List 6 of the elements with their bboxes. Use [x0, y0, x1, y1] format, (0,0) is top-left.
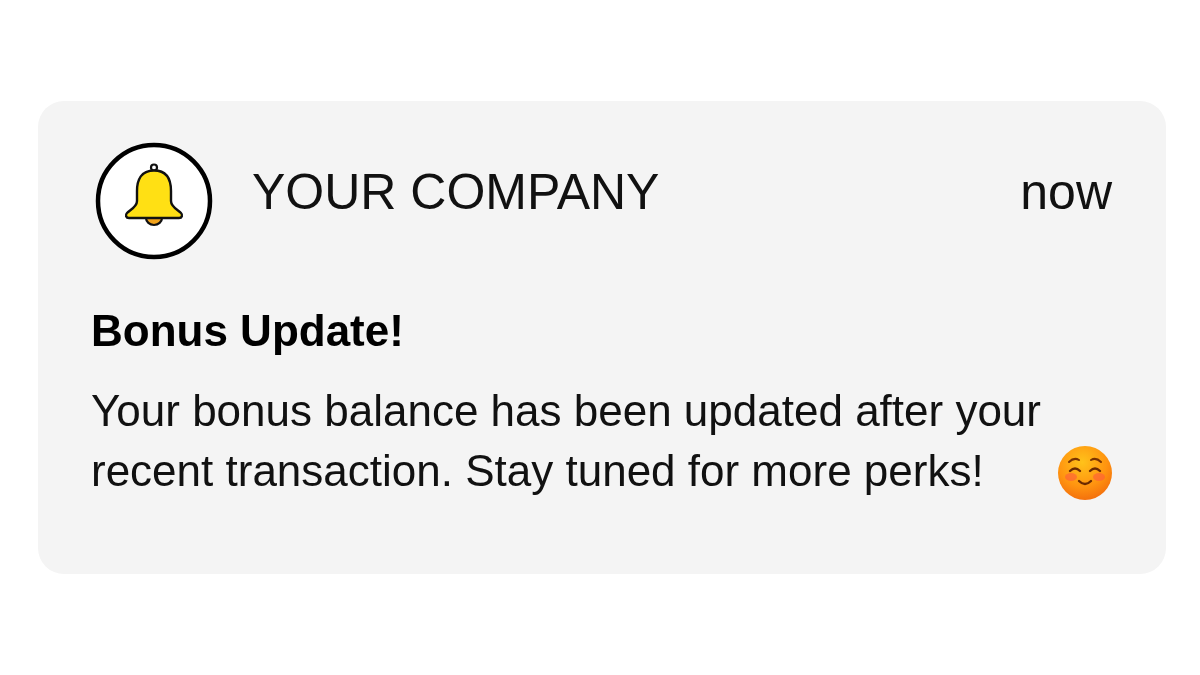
bell-icon: [94, 141, 214, 261]
message-text: Your bonus balance has been updated after your recent transaction. Stay tuned for more perks!: [91, 385, 1042, 497]
app-name: YOUR COMPANY: [252, 163, 660, 221]
smiling-face-icon: [1058, 446, 1112, 500]
notification-title: Bonus Update!: [91, 305, 404, 357]
timestamp: now: [1020, 163, 1112, 221]
